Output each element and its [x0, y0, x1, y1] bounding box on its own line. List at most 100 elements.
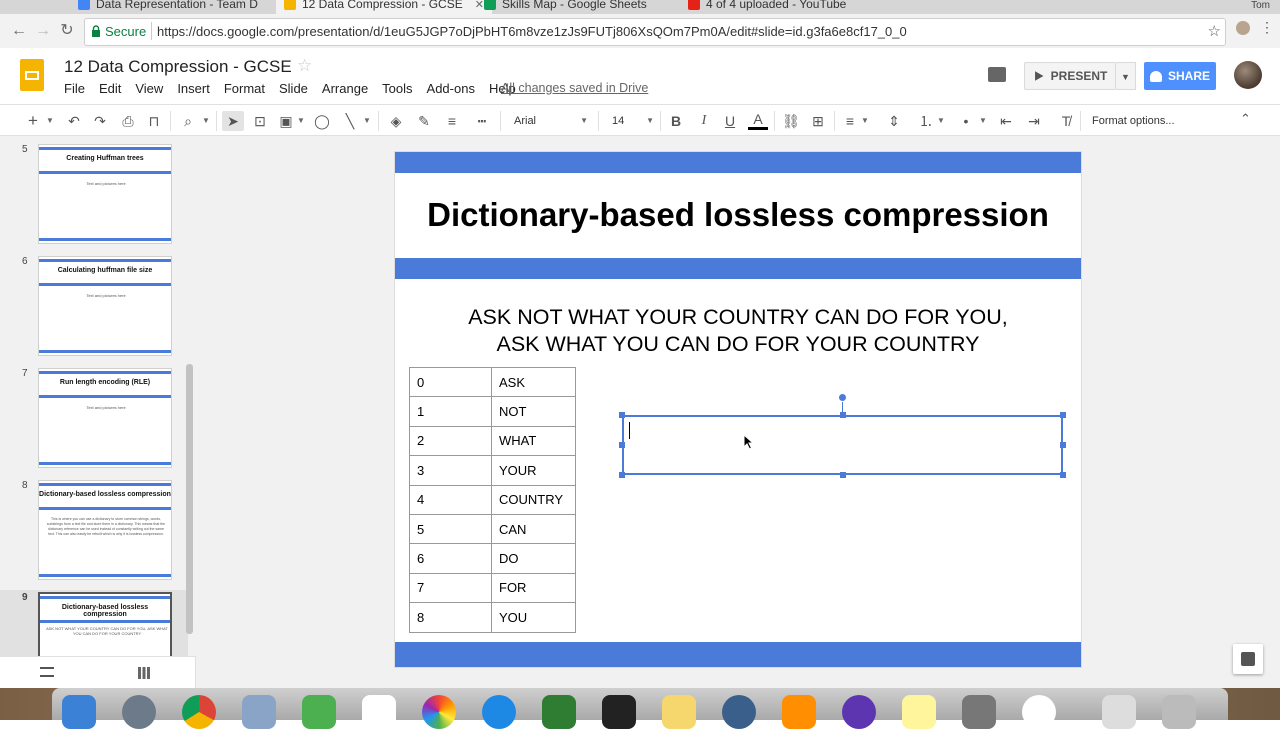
url-omnibox[interactable]: Secure https://docs.google.com/presentat… [84, 18, 1226, 46]
new-slide-plus-icon[interactable]: + [24, 111, 42, 131]
menu-slide[interactable]: Slide [279, 81, 308, 96]
bulleted-list-icon[interactable]: • [956, 111, 976, 131]
image-icon[interactable]: ▣ [276, 111, 296, 131]
collapse-toolbar-icon[interactable]: ⌃ [1240, 111, 1251, 127]
table-cell-index[interactable]: 5 [409, 513, 492, 545]
system-preferences-icon[interactable] [962, 695, 996, 729]
table-cell-word[interactable]: WHAT [491, 425, 576, 457]
browser-menu-icon[interactable]: ⋮ [1260, 19, 1274, 36]
table-cell-word[interactable]: YOUR [491, 455, 576, 486]
table-cell-index[interactable]: 2 [409, 425, 492, 457]
table-cell-index[interactable]: 0 [409, 366, 492, 398]
music-icon[interactable] [362, 695, 396, 729]
browser-profile-name[interactable]: Tom [1251, 0, 1270, 11]
account-avatar[interactable] [1234, 61, 1262, 89]
sublime-text-icon[interactable] [602, 695, 636, 729]
grid-view-icon[interactable] [138, 667, 150, 679]
resize-handle-top-right[interactable] [1060, 412, 1066, 418]
table-cell-index[interactable]: 1 [409, 396, 492, 427]
font-family-select[interactable]: Arial ▼ [510, 111, 590, 131]
present-options-dropdown[interactable]: ▼ [1116, 62, 1136, 90]
photos-icon[interactable] [422, 695, 456, 729]
resize-handle-bottom-left[interactable] [619, 472, 625, 478]
shape-icon[interactable]: ◯ [312, 111, 332, 131]
chrome-icon[interactable] [182, 695, 216, 729]
explore-icon[interactable] [1233, 644, 1263, 674]
table-cell-index[interactable]: 7 [409, 572, 492, 604]
mail-icon[interactable] [242, 695, 276, 729]
comments-icon[interactable] [988, 67, 1006, 82]
table-cell-word[interactable]: FOR [491, 572, 576, 604]
clear-formatting-icon[interactable]: T̸ [1056, 111, 1076, 131]
downloads-stack-icon[interactable] [1102, 695, 1136, 729]
launchpad-icon[interactable] [122, 695, 156, 729]
border-weight-icon[interactable]: ≡ [442, 111, 462, 131]
increase-indent-icon[interactable]: ⇥ [1024, 111, 1044, 131]
resize-handle-bottom[interactable] [840, 472, 846, 478]
table-cell-index[interactable]: 4 [409, 484, 492, 515]
rotate-handle[interactable] [839, 394, 846, 401]
numbered-list-dropdown-icon[interactable]: ▼ [936, 111, 946, 131]
text-color-icon[interactable]: A [748, 111, 768, 130]
text-box-icon[interactable]: ⊡ [250, 111, 270, 131]
slide-editor-canvas[interactable]: Dictionary-based lossless compression AS… [395, 152, 1081, 667]
app-icon[interactable] [1022, 695, 1056, 729]
table-cell-word[interactable]: CAN [491, 513, 576, 545]
resize-handle-top[interactable] [840, 412, 846, 418]
menu-add-ons[interactable]: Add-ons [427, 81, 475, 96]
trash-icon[interactable] [1162, 695, 1196, 729]
browser-tab-data-compression[interactable]: 12 Data Compression - GCSE ✕ [276, 0, 492, 14]
image-dropdown-icon[interactable]: ▼ [296, 111, 306, 131]
url-text[interactable]: https://docs.google.com/presentation/d/1… [157, 24, 907, 39]
back-arrow-icon[interactable]: ← [10, 22, 28, 40]
table-cell-index[interactable]: 8 [409, 602, 492, 633]
border-dash-icon[interactable]: ┅ [472, 111, 492, 131]
decrease-indent-icon[interactable]: ⇤ [996, 111, 1016, 131]
menu-arrange[interactable]: Arrange [322, 81, 368, 96]
menu-edit[interactable]: Edit [99, 81, 121, 96]
align-icon[interactable]: ≡ [840, 111, 860, 131]
add-comment-icon[interactable]: ⊞ [808, 111, 828, 131]
app-store-icon[interactable] [482, 695, 516, 729]
line-spacing-icon[interactable]: ⇕ [884, 111, 904, 131]
share-button[interactable]: SHARE [1144, 62, 1216, 90]
select-cursor-icon[interactable]: ➤ [222, 111, 244, 131]
slide-thumbnail-8[interactable]: Dictionary-based lossless compression Th… [38, 480, 172, 580]
paint-format-icon[interactable]: ⊓ [144, 111, 164, 131]
align-dropdown-icon[interactable]: ▼ [860, 111, 870, 131]
star-icon[interactable]: ☆ [297, 56, 312, 76]
reload-icon[interactable]: ↻ [58, 22, 76, 40]
table-cell-word[interactable]: DO [491, 543, 576, 574]
browser-tab-youtube[interactable]: 4 of 4 uploaded - YouTube [688, 0, 846, 14]
format-options-button[interactable]: Format options... [1092, 111, 1175, 131]
numbered-list-icon[interactable]: ⒈ [916, 111, 936, 131]
table-cell-word[interactable]: ASK [491, 366, 576, 398]
slide-title[interactable]: Dictionary-based lossless compression [395, 196, 1081, 234]
resize-handle-left[interactable] [619, 442, 625, 448]
font-size-select[interactable]: 14 ▼ [608, 111, 654, 131]
slide-thumbnail-9[interactable]: Dictionary-based lossless compression AS… [38, 592, 172, 656]
resize-handle-bottom-right[interactable] [1060, 472, 1066, 478]
list-view-icon[interactable] [40, 667, 54, 677]
redo-icon[interactable]: ↷ [90, 111, 110, 131]
border-color-icon[interactable]: ✎ [414, 111, 434, 131]
browser-tab-skills-map[interactable]: Skills Map - Google Sheets [484, 0, 647, 14]
table-cell-index[interactable]: 6 [409, 543, 492, 574]
menu-insert[interactable]: Insert [177, 81, 210, 96]
table-cell-word[interactable]: NOT [491, 396, 576, 427]
menu-file[interactable]: File [64, 81, 85, 96]
print-icon[interactable]: ⎙ [118, 111, 138, 131]
maps-icon[interactable] [302, 695, 336, 729]
resize-handle-right[interactable] [1060, 442, 1066, 448]
zoom-dropdown-icon[interactable]: ▼ [200, 111, 212, 131]
bookmark-star-icon[interactable]: ☆ [1208, 22, 1221, 40]
underline-icon[interactable]: U [720, 111, 740, 131]
present-button[interactable]: PRESENT [1024, 62, 1116, 90]
bulleted-list-dropdown-icon[interactable]: ▼ [978, 111, 988, 131]
italic-icon[interactable]: I [694, 111, 714, 131]
zoom-icon[interactable]: ⌕ [178, 111, 198, 131]
close-tab-icon[interactable]: ✕ [475, 0, 484, 11]
extension-icon[interactable] [1236, 21, 1250, 35]
link-icon[interactable]: ⛓ [780, 111, 802, 131]
slide-thumbnail-7[interactable]: Run length encoding (RLE) Text and pictu… [38, 368, 172, 468]
